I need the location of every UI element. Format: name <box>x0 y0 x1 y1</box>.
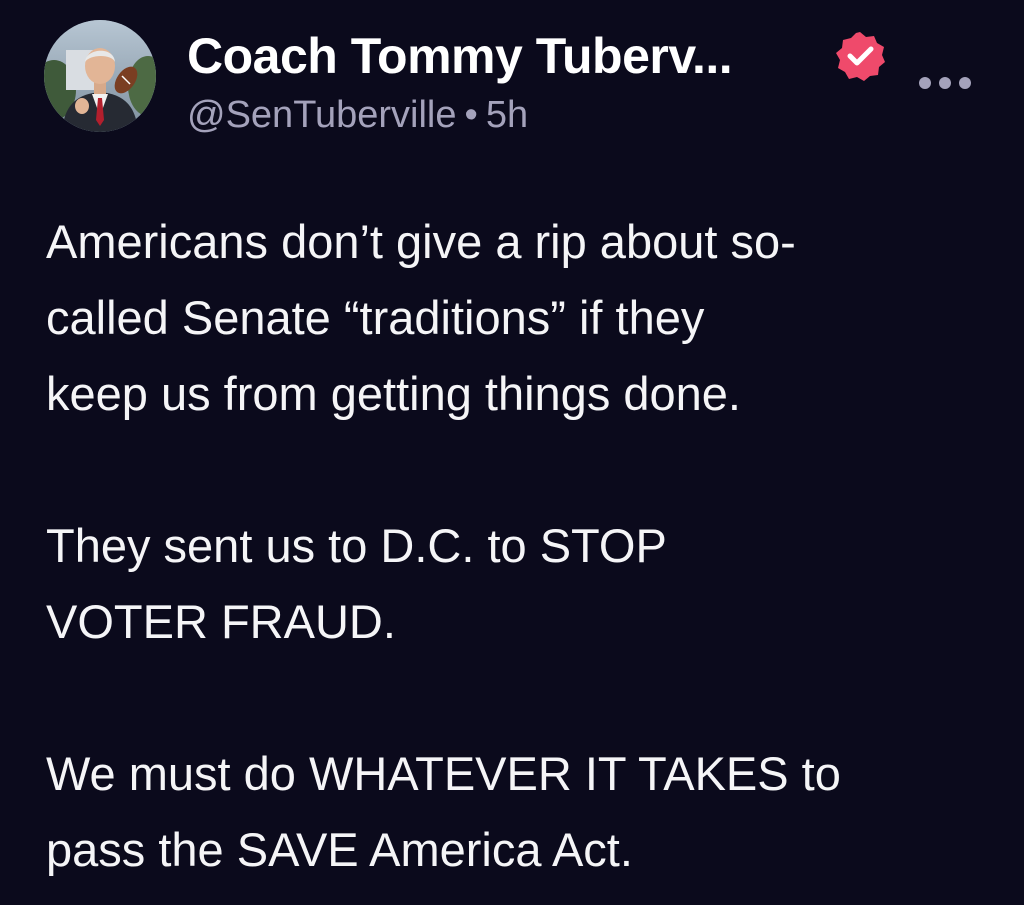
post-body: Americans don’t give a rip about so- cal… <box>46 204 996 888</box>
post-timestamp[interactable]: 5h <box>486 94 528 136</box>
post-paragraph: Americans don’t give a rip about so- cal… <box>46 215 796 420</box>
author-handle[interactable]: @SenTuberville <box>187 94 457 136</box>
author-display-name[interactable]: Coach Tommy Tuberv... <box>187 26 733 86</box>
post-card: Coach Tommy Tuberv... @SenTuberville • 5h … <box>0 0 1024 905</box>
avatar[interactable] <box>44 20 156 132</box>
post-paragraph: They sent us to D.C. to STOP VOTER FRAUD… <box>46 519 667 648</box>
more-horizontal-icon <box>919 77 971 89</box>
author-meta: @SenTuberville • 5h <box>187 90 528 140</box>
verified-badge-icon <box>834 30 886 82</box>
profile-photo-icon <box>44 20 156 132</box>
meta-separator: • <box>464 94 478 136</box>
more-options-button[interactable] <box>915 68 975 98</box>
post-paragraph: We must do WHATEVER IT TAKES to pass the… <box>46 747 841 876</box>
